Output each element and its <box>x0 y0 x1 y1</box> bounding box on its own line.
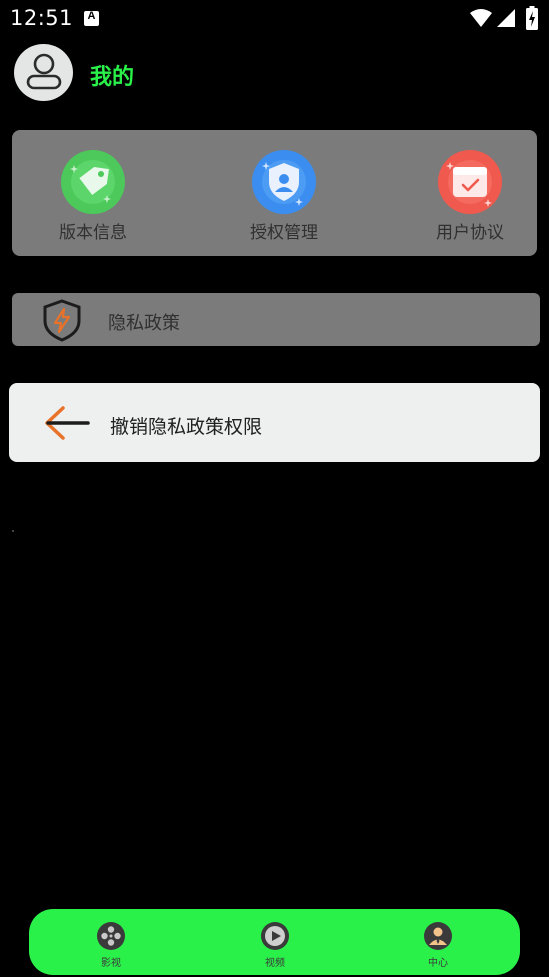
nav-item-center[interactable]: 中心 <box>398 919 478 969</box>
nav-item-label: 视频 <box>265 958 285 969</box>
avatar[interactable] <box>14 44 73 101</box>
person-icon <box>26 53 62 90</box>
film-reel-icon <box>97 922 125 950</box>
nav-item-videos[interactable]: 视频 <box>235 919 315 969</box>
signal-icon <box>497 9 515 27</box>
nav-item-movies[interactable]: 影视 <box>71 919 151 969</box>
grid-item-label: 版本信息 <box>59 223 127 243</box>
status-time: 12:51 <box>10 6 74 30</box>
a-icon: A <box>84 10 99 26</box>
tag-icon <box>61 150 125 214</box>
grid-item-user-agreement[interactable]: 用户协议 <box>415 150 525 246</box>
grid-item-label: 用户协议 <box>436 223 504 243</box>
shield-bolt-icon <box>43 299 81 342</box>
privacy-policy-label: 隐私政策 <box>108 313 180 334</box>
divider-speck <box>12 530 14 532</box>
profile-name: 我的 <box>90 65 135 90</box>
battery-charging-icon <box>526 6 538 30</box>
privacy-policy-row[interactable]: 隐私政策 <box>12 293 540 346</box>
status-bar: 12:51 A <box>0 0 549 36</box>
bottom-nav: 影视 视频 中心 <box>29 909 520 975</box>
nav-item-label: 影视 <box>101 958 121 969</box>
wifi-icon <box>470 9 492 27</box>
calendar-check-icon <box>438 150 502 214</box>
user-center-icon <box>424 922 452 950</box>
nav-item-label: 中心 <box>428 958 448 969</box>
revoke-privacy-button[interactable]: 撤销隐私政策权限 <box>9 383 540 462</box>
grid-item-authorization[interactable]: 授权管理 <box>229 150 339 246</box>
grid-item-label: 授权管理 <box>250 223 318 243</box>
arrow-left-icon <box>45 406 90 440</box>
shield-user-icon <box>252 150 316 214</box>
feature-grid: 版本信息 授权管理 用户协议 <box>12 130 537 256</box>
revoke-privacy-label: 撤销隐私政策权限 <box>110 416 263 438</box>
play-circle-icon <box>261 922 289 950</box>
grid-item-version-info[interactable]: 版本信息 <box>38 150 148 246</box>
